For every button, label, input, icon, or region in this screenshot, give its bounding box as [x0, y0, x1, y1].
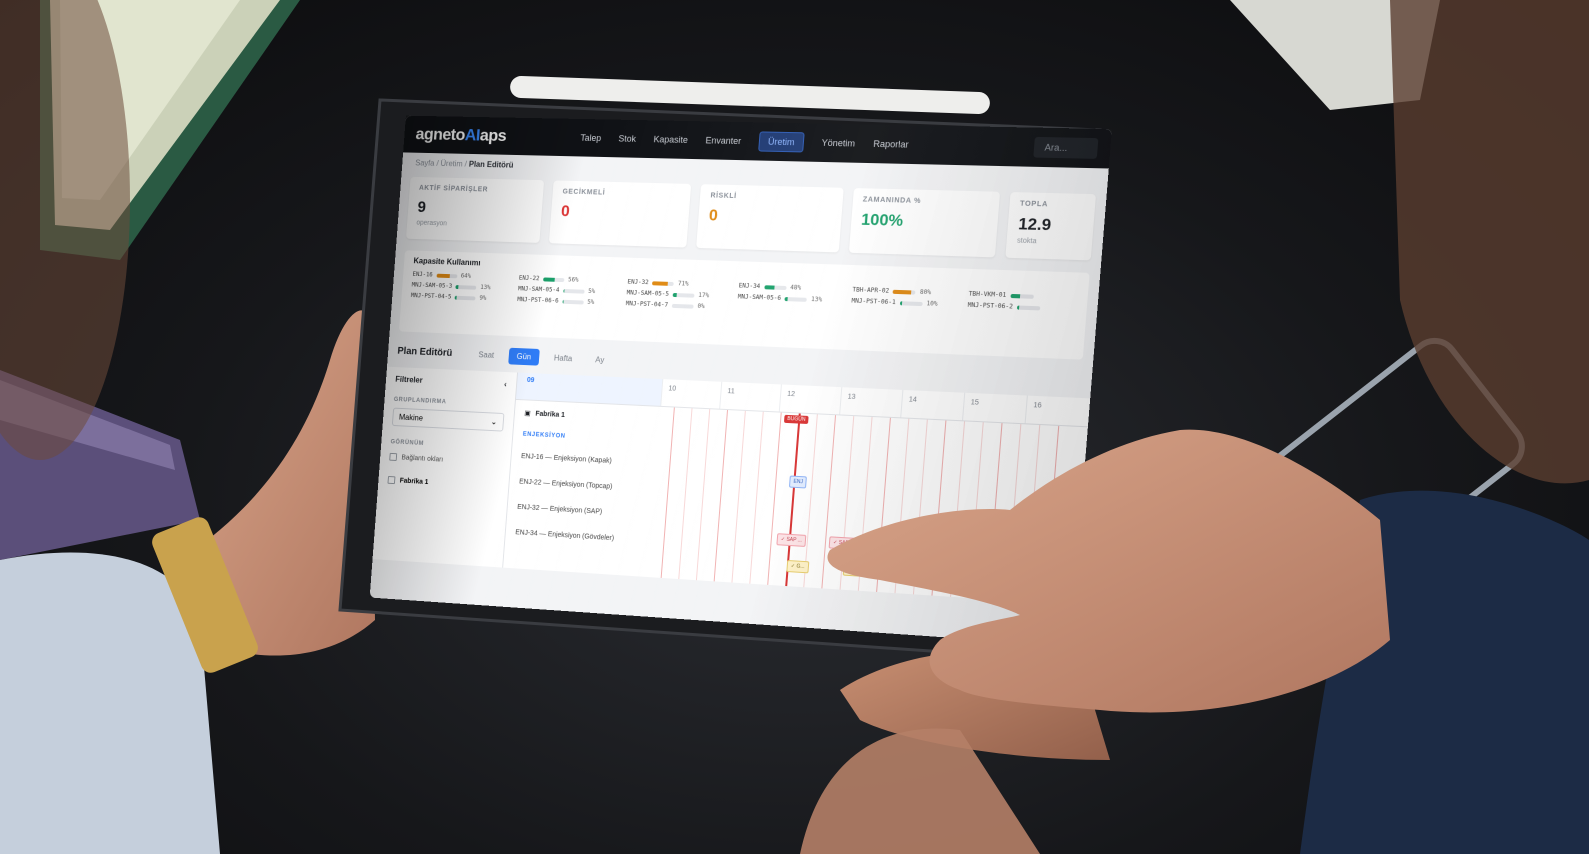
pointing-hand: [827, 429, 1390, 713]
